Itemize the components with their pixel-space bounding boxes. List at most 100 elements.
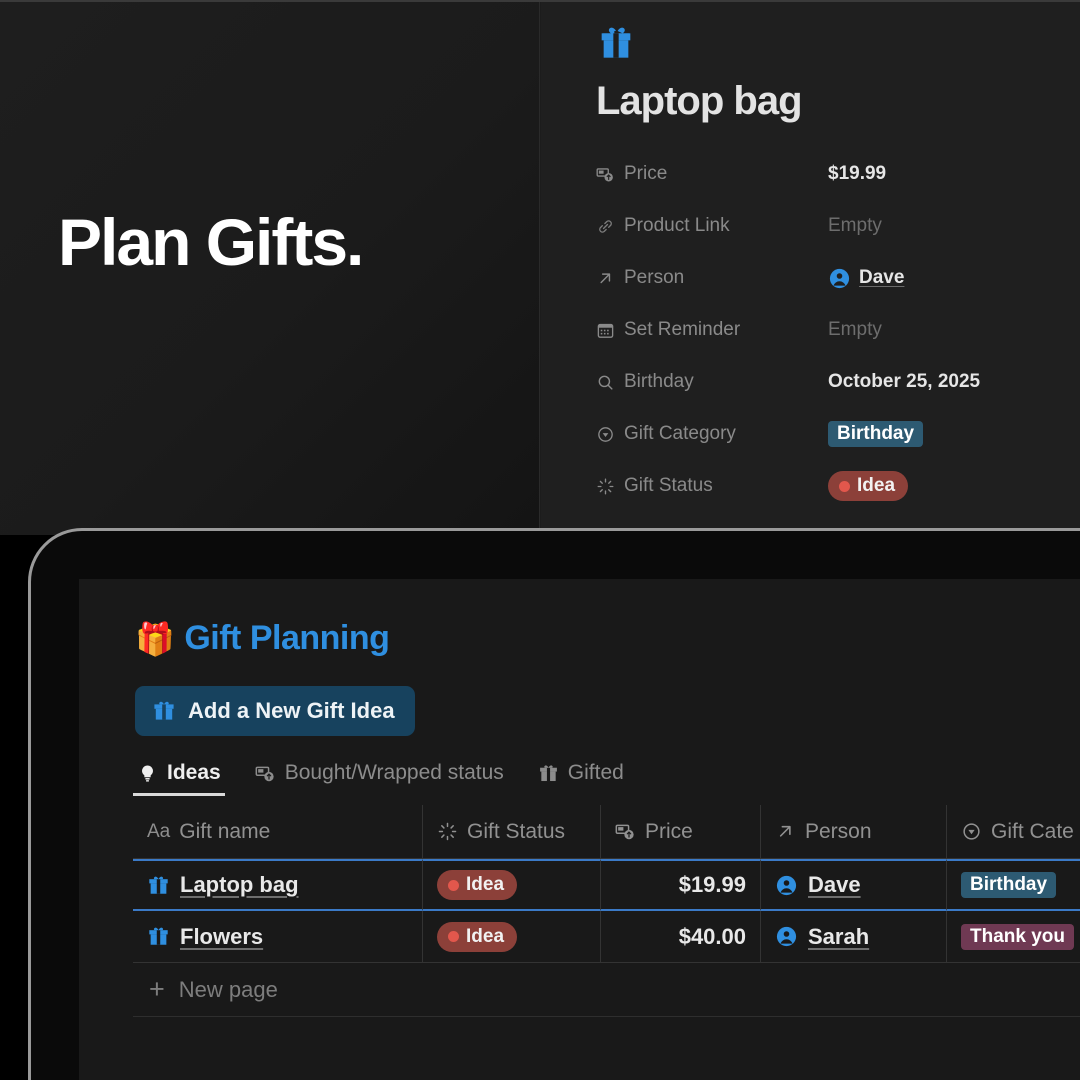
tab-label: Ideas	[167, 761, 221, 784]
lightbulb-icon	[142, 764, 153, 782]
plus-icon: +	[149, 974, 165, 1004]
tablet-screen: 🎁 Gift Planning Add a New Gift Idea Idea…	[79, 579, 1080, 1080]
price-tag-icon	[255, 766, 274, 781]
avatar	[776, 875, 797, 895]
status-dot	[839, 480, 850, 492]
property-row-person[interactable]: Person Dave	[596, 252, 1080, 304]
status-label: Idea	[466, 874, 505, 895]
property-value-birthday: October 25, 2025	[828, 371, 981, 392]
price-tag-icon	[596, 167, 613, 181]
new-page-button[interactable]: + New page	[133, 963, 1080, 1017]
column-header-price[interactable]: Price	[601, 805, 761, 859]
cell-person[interactable]: Dave	[761, 859, 947, 911]
property-name: Gift Category	[624, 423, 736, 444]
desktop-screen: Plan Gifts. Laptop bag Price $19.99 Prod…	[0, 0, 1080, 548]
gift-name-link[interactable]: Flowers	[180, 924, 263, 950]
cell-gift-name[interactable]: Flowers	[133, 911, 423, 963]
person-name: Dave	[859, 267, 905, 288]
property-row-birthday[interactable]: Birthday October 25, 2025	[596, 356, 1080, 408]
property-name: Birthday	[624, 371, 694, 392]
link-icon	[599, 219, 612, 233]
property-name: Person	[624, 267, 685, 288]
add-new-gift-idea-button[interactable]: Add a New Gift Idea	[135, 686, 415, 736]
property-row-product-link[interactable]: Product Link Empty	[596, 200, 1080, 252]
property-row-gift-status[interactable]: Gift Status Idea	[596, 460, 1080, 512]
status-badge: Idea	[437, 921, 518, 952]
cell-price[interactable]: $40.00	[601, 911, 761, 963]
property-name: Set Reminder	[624, 319, 741, 340]
status-dot	[448, 931, 459, 942]
gift-name-link[interactable]: Laptop bag	[180, 872, 299, 898]
person-link[interactable]: Sarah	[808, 924, 869, 950]
cell-person[interactable]: Sarah	[761, 911, 947, 963]
person-link[interactable]: Dave	[808, 872, 861, 898]
column-label: Gift Cate	[991, 819, 1074, 843]
hero-panel: Plan Gifts.	[0, 2, 540, 535]
column-header-gift-status[interactable]: Gift Status	[423, 805, 601, 859]
cell-gift-name[interactable]: Laptop bag	[133, 859, 423, 911]
calendar-icon	[597, 323, 614, 338]
status-dot	[448, 879, 459, 891]
tab-bought-wrapped-status[interactable]: Bought/Wrapped status	[251, 761, 508, 796]
property-row-price[interactable]: Price $19.99	[596, 148, 1080, 200]
price-tag-icon	[615, 824, 634, 840]
gift-icon	[149, 927, 168, 945]
cell-gift-category[interactable]: Thank you	[947, 911, 1080, 963]
property-value-product-link: Empty	[828, 215, 882, 236]
property-name: Product Link	[624, 215, 730, 236]
status-label: Idea	[466, 925, 505, 947]
cell-gift-status[interactable]: Idea	[423, 859, 601, 911]
spinner-icon	[597, 478, 614, 494]
gift-emoji-icon: 🎁	[135, 620, 175, 657]
property-label-product-link: Product Link	[596, 215, 828, 237]
spinner-icon	[438, 822, 457, 841]
property-value-set-reminder: Empty	[828, 319, 882, 340]
property-name: Gift Status	[624, 475, 713, 496]
gift-icon	[149, 876, 168, 894]
column-label: Gift name	[179, 819, 271, 843]
tab-label: Bought/Wrapped status	[284, 761, 504, 784]
detail-title: Laptop bag	[596, 79, 803, 123]
property-row-gift-category[interactable]: Gift Category Birthday	[596, 408, 1080, 460]
arrow-up-right-icon	[779, 825, 791, 837]
tab-gifted[interactable]: Gifted	[534, 761, 628, 796]
aa-text-icon: Aa	[147, 820, 171, 842]
property-value-person[interactable]: Dave	[828, 267, 904, 290]
property-label-gift-status: Gift Status	[596, 475, 828, 497]
property-label-set-reminder: Set Reminder	[596, 319, 828, 341]
table-row[interactable]: Flowers Idea $40.00 Sarah Thank you	[133, 911, 1080, 963]
column-label: Gift Status	[467, 819, 566, 843]
gift-icon	[539, 764, 557, 781]
property-label-birthday: Birthday	[596, 371, 828, 393]
column-header-person[interactable]: Person	[761, 805, 947, 859]
property-row-set-reminder[interactable]: Set Reminder Empty	[596, 304, 1080, 356]
column-label: Person	[805, 819, 872, 843]
gift-detail-panel: Laptop bag Price $19.99 Product Link Emp…	[541, 2, 1080, 548]
avatar	[829, 268, 850, 288]
column-header-gift-name[interactable]: Aa Gift name	[133, 805, 423, 859]
cell-gift-category[interactable]: Birthday	[947, 859, 1080, 911]
tab-label: Gifted	[567, 761, 624, 784]
tab-ideas[interactable]: Ideas	[133, 761, 225, 796]
table-header-row: Aa Gift name Gift Status Price Person Gi…	[133, 805, 1080, 859]
category-badge: Thank you	[961, 923, 1075, 950]
arrow-up-right-icon	[600, 272, 611, 283]
page-title: Plan Gifts.	[58, 205, 364, 279]
table-row[interactable]: Laptop bag Idea $19.99 Dave Birthday	[133, 859, 1080, 911]
property-value-gift-status: Idea	[828, 471, 909, 501]
status-badge: Birthday	[828, 421, 924, 447]
cell-gift-status[interactable]: Idea	[423, 911, 601, 963]
view-tabs: Ideas Bought/Wrapped status Gifted	[133, 761, 628, 796]
column-header-gift-category[interactable]: Gift Cate	[947, 805, 1080, 859]
cell-price[interactable]: $19.99	[601, 859, 761, 911]
app-title: 🎁 Gift Planning	[135, 619, 390, 658]
chevron-down-circle-icon	[963, 823, 980, 840]
app-title-text: Gift Planning	[184, 619, 390, 657]
gift-icon	[601, 27, 631, 58]
search-icon	[598, 375, 613, 390]
property-label-gift-category: Gift Category	[596, 423, 828, 445]
category-badge: Birthday	[961, 872, 1057, 898]
status-badge: Idea	[828, 471, 909, 501]
status-label: Idea	[857, 475, 896, 496]
property-label-price: Price	[596, 163, 828, 185]
